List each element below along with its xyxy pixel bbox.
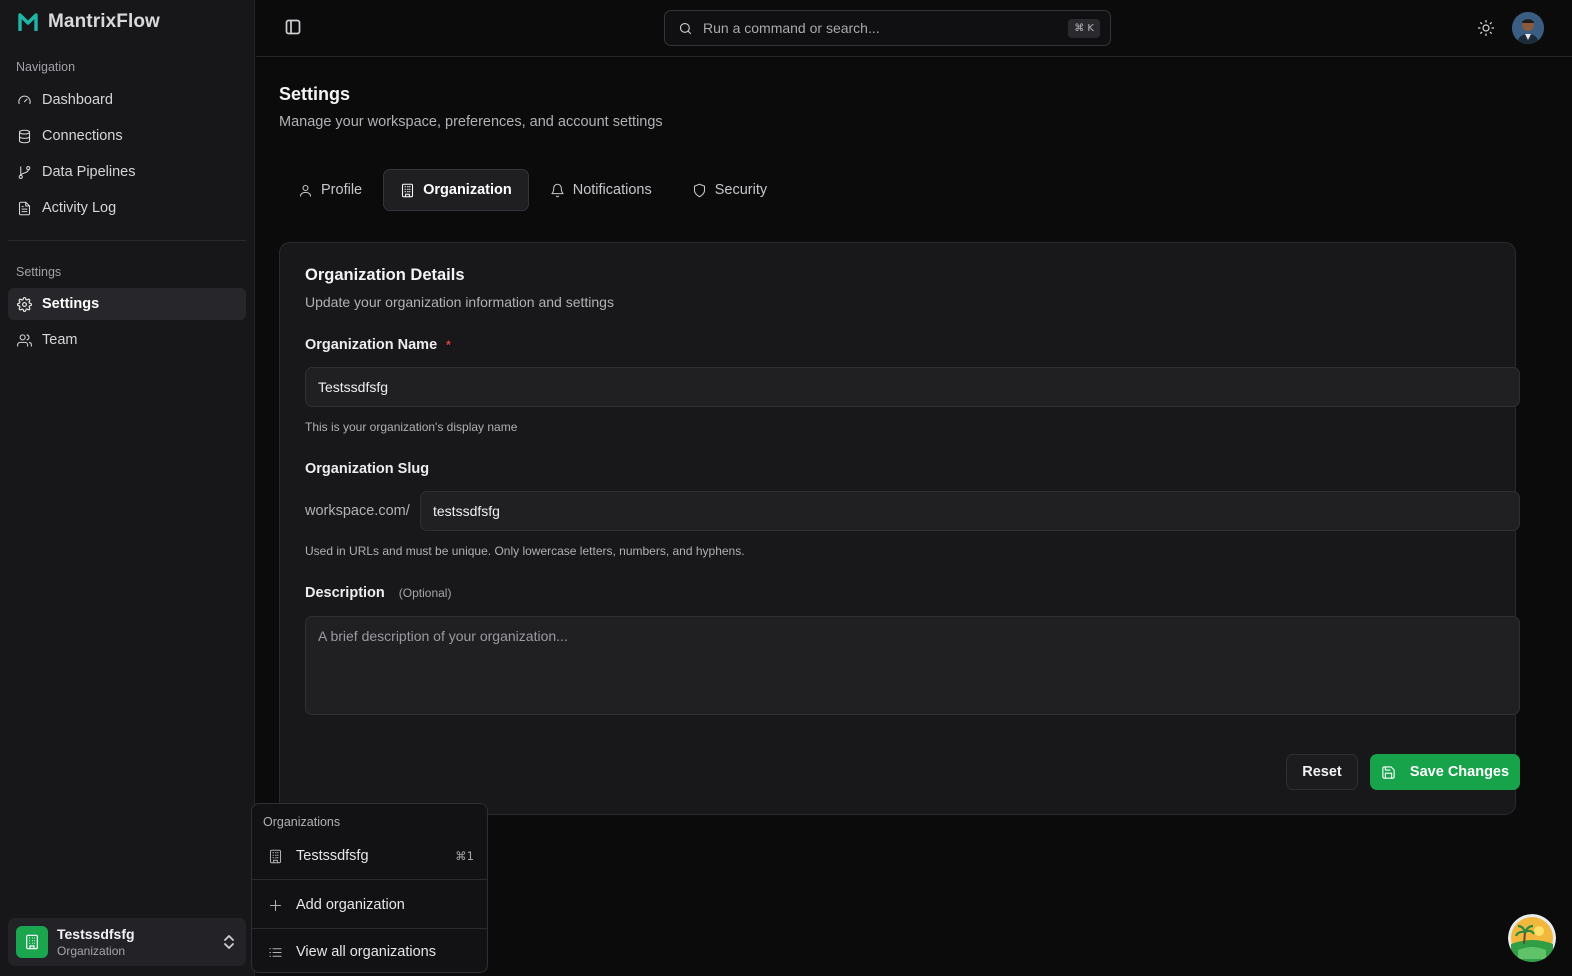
database-icon — [17, 129, 32, 144]
tab-label: Profile — [321, 182, 363, 198]
org-avatar — [16, 926, 48, 958]
tab-organization[interactable]: Organization — [383, 169, 529, 211]
view-all-organizations-item[interactable]: View all organizations — [256, 935, 484, 969]
org-name-label-text: Organization Name — [305, 337, 438, 353]
description-label: Description (Optional) — [305, 585, 451, 601]
dropdown-header: Organizations — [263, 815, 341, 829]
building-icon — [400, 183, 415, 198]
sidebar-item-settings[interactable]: Settings — [8, 288, 246, 320]
org-name-input[interactable]: Testssdfsfg — [305, 367, 1520, 407]
shield-icon — [692, 183, 707, 198]
add-organization-label: Add organization — [296, 897, 405, 913]
brand[interactable]: MantrixFlow — [18, 10, 160, 34]
org-slug-input[interactable]: testssdfsfg — [420, 491, 1520, 531]
dropdown-divider — [252, 928, 487, 929]
sidebar-item-label: Data Pipelines — [42, 164, 136, 180]
sidebar-item-dashboard[interactable]: Dashboard — [8, 84, 246, 116]
list-icon — [268, 945, 283, 960]
card-subtitle: Update your organization information and… — [305, 294, 614, 310]
save-changes-label: Save Changes — [1409, 764, 1510, 780]
org-menu-item[interactable]: Testssdfsfg ⌘1 — [256, 839, 484, 873]
building-icon — [24, 934, 40, 950]
file-text-icon — [17, 201, 32, 216]
sun-icon — [1477, 19, 1495, 37]
user-avatar[interactable] — [1512, 12, 1544, 44]
save-changes-button[interactable]: Save Changes — [1370, 754, 1520, 790]
org-name-help: This is your organization's display name — [305, 420, 518, 434]
org-switcher-name: Testssdfsfg — [57, 925, 135, 942]
tab-label: Notifications — [572, 182, 652, 198]
page-title: Settings — [279, 84, 351, 104]
gear-icon — [17, 296, 32, 312]
git-branch-icon — [17, 165, 32, 180]
view-all-organizations-label: View all organizations — [296, 944, 436, 960]
assistant-bubble[interactable] — [1508, 914, 1556, 962]
sidebar-item-label: Dashboard — [42, 92, 113, 108]
tab-profile[interactable]: Profile — [279, 169, 381, 211]
tab-notifications[interactable]: Notifications — [531, 169, 671, 211]
sidebar-divider — [8, 240, 246, 241]
theme-toggle-button[interactable] — [1477, 19, 1495, 37]
sidebar-item-label: Connections — [42, 128, 123, 144]
building-icon — [268, 849, 283, 864]
description-textarea[interactable]: A brief description of your organization… — [305, 616, 1520, 715]
required-marker: * — [446, 338, 451, 352]
sidebar: MantrixFlow Navigation Dashboard Connect… — [0, 0, 255, 976]
search-shortcut-badge: ⌘ K — [1068, 19, 1100, 38]
dropdown-divider — [252, 879, 487, 880]
gauge-icon — [17, 93, 32, 108]
nav-section-label: Navigation — [16, 60, 76, 74]
sidebar-item-label: Settings — [42, 296, 100, 312]
org-dropdown-menu: Organizations Testssdfsfg ⌘1 Add organiz… — [251, 803, 488, 973]
reset-button[interactable]: Reset — [1286, 754, 1358, 790]
slug-prefix: workspace.com/ — [305, 503, 410, 519]
optional-marker: (Optional) — [398, 586, 452, 600]
command-search-input[interactable]: Run a command or search... ⌘ K — [664, 10, 1111, 46]
org-menu-item-shortcut: ⌘1 — [455, 849, 474, 863]
sidebar-item-label: Team — [42, 332, 78, 348]
page-subtitle: Manage your workspace, preferences, and … — [279, 114, 663, 130]
add-organization-item[interactable]: Add organization — [256, 888, 484, 922]
tab-label: Security — [714, 182, 768, 198]
sidebar-item-data-pipelines[interactable]: Data Pipelines — [8, 156, 246, 188]
sidebar-item-label: Activity Log — [42, 200, 117, 216]
bell-icon — [550, 183, 565, 198]
org-switcher[interactable]: Testssdfsfg Organization — [8, 918, 246, 966]
plus-icon — [268, 898, 283, 913]
search-placeholder: Run a command or search... — [703, 20, 880, 36]
search-icon — [678, 21, 693, 36]
sidebar-item-team[interactable]: Team — [8, 324, 246, 356]
org-slug-label: Organization Slug — [305, 461, 430, 477]
users-icon — [17, 333, 32, 348]
sidebar-item-connections[interactable]: Connections — [8, 120, 246, 152]
organization-details-card: Organization Details Update your organiz… — [279, 242, 1520, 815]
chevrons-up-down-icon — [222, 934, 236, 950]
sidebar-toggle-button[interactable] — [285, 19, 301, 35]
settings-section-label: Settings — [16, 265, 62, 279]
card-title: Organization Details — [305, 266, 465, 284]
save-icon — [1381, 765, 1396, 780]
topbar: Run a command or search... ⌘ K — [256, 0, 1572, 57]
tab-security[interactable]: Security — [673, 169, 786, 211]
org-switcher-subtitle: Organization — [57, 943, 126, 958]
org-name-label: Organization Name * — [305, 337, 451, 353]
panel-left-icon — [285, 19, 301, 35]
org-slug-help: Used in URLs and must be unique. Only lo… — [305, 544, 745, 558]
description-label-text: Description — [305, 585, 385, 601]
org-menu-item-label: Testssdfsfg — [296, 848, 369, 864]
user-icon — [298, 183, 313, 198]
logo-icon — [18, 13, 38, 31]
tab-label: Organization — [423, 182, 512, 198]
settings-tabs: Profile Organization Notifications Secur… — [279, 169, 786, 211]
app-name: MantrixFlow — [48, 11, 160, 32]
sidebar-item-activity-log[interactable]: Activity Log — [8, 192, 246, 224]
